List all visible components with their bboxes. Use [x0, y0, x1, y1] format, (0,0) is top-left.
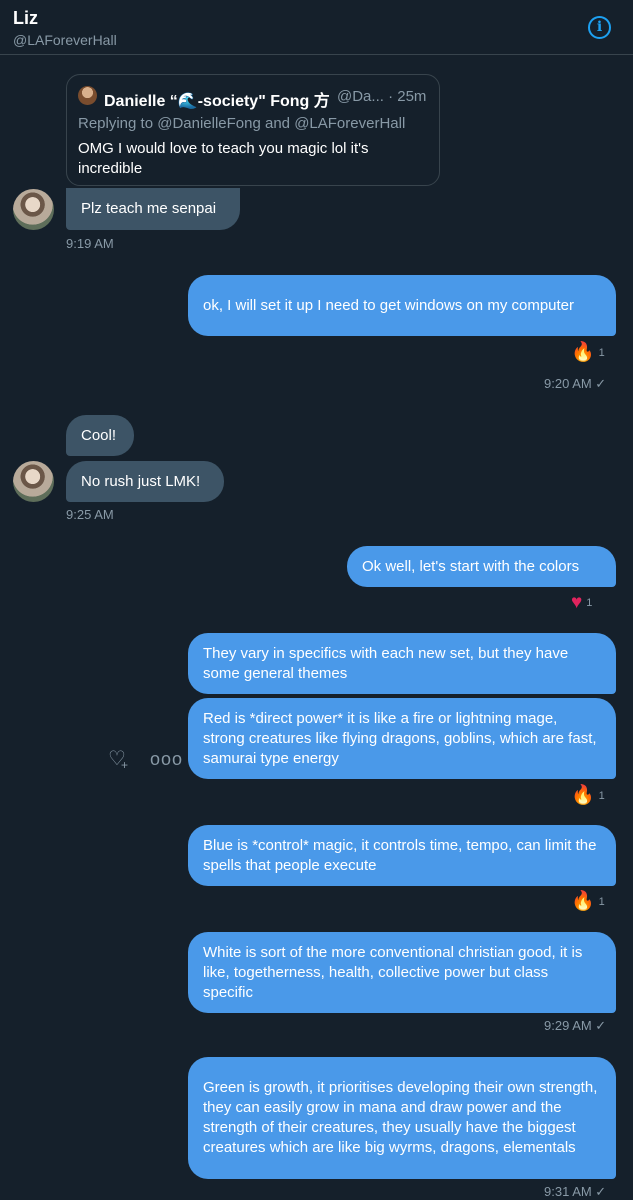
avatar[interactable] — [13, 189, 54, 230]
quoted-author-name: Danielle “🌊-society" Fong 方 — [104, 93, 330, 110]
message-timestamp: 9:25 AM — [66, 507, 114, 522]
message-reaction[interactable]: 🔥 1 — [571, 892, 605, 912]
message-bubble-incoming[interactable]: Cool! — [66, 415, 134, 456]
conversation-header: Liz @LAForeverHall i — [0, 0, 633, 55]
message-reaction[interactable]: ♥ 1 — [571, 593, 592, 613]
message-hover-actions: ♡+ ooo — [108, 748, 182, 772]
message-bubble-outgoing[interactable]: Blue is *control* magic, it controls tim… — [188, 825, 616, 886]
fire-icon: 🔥 — [571, 342, 595, 363]
message-timestamp: 9:20 AM ✓ — [544, 376, 607, 391]
message-bubble-outgoing[interactable]: Ok well, let's start with the colors — [347, 546, 616, 587]
message-reaction[interactable]: 🔥 1 — [571, 786, 605, 806]
replying-to: Replying to @DanielleFong and @LAForever… — [78, 115, 406, 132]
heart-plus-icon[interactable]: ♡+ — [108, 748, 130, 772]
message-bubble-incoming[interactable]: No rush just LMK! — [66, 461, 224, 502]
fire-icon: 🔥 — [571, 785, 595, 806]
avatar[interactable] — [13, 461, 54, 502]
conversation-handle: @LAForeverHall — [13, 32, 117, 48]
info-icon[interactable]: i — [588, 16, 611, 39]
heart-icon: ♥ — [571, 592, 583, 613]
reaction-count: 1 — [598, 896, 605, 908]
message-bubble-outgoing[interactable]: Green is growth, it prioritises developi… — [188, 1057, 616, 1179]
message-bubble-outgoing[interactable]: White is sort of the more conventional c… — [188, 932, 616, 1013]
message-bubble-incoming[interactable]: Plz teach me senpai — [66, 188, 240, 230]
message-bubble-outgoing[interactable]: Red is *direct power* it is like a fire … — [188, 698, 616, 779]
reaction-count: 1 — [586, 597, 593, 609]
quoted-author-meta: @Da... · 25m — [337, 88, 427, 105]
message-bubble-outgoing[interactable]: They vary in specifics with each new set… — [188, 633, 616, 694]
reaction-count: 1 — [598, 790, 605, 802]
reaction-count: 1 — [598, 347, 605, 359]
quoted-author-avatar — [78, 86, 97, 105]
more-icon[interactable]: ooo — [150, 748, 183, 770]
quoted-text: OMG I would love to teach you magic lol … — [78, 140, 369, 177]
fire-icon: 🔥 — [571, 891, 595, 912]
message-timestamp: 9:31 AM ✓ — [544, 1184, 607, 1199]
conversation-title: Liz — [13, 8, 38, 28]
message-bubble-outgoing[interactable]: ok, I will set it up I need to get windo… — [188, 275, 616, 336]
quoted-tweet[interactable]: Danielle “🌊-society" Fong 方 @Da... · 25m… — [66, 74, 440, 186]
message-timestamp: 9:19 AM — [66, 236, 114, 251]
message-reaction[interactable]: 🔥 1 — [571, 343, 605, 363]
message-timestamp: 9:29 AM ✓ — [544, 1018, 607, 1033]
